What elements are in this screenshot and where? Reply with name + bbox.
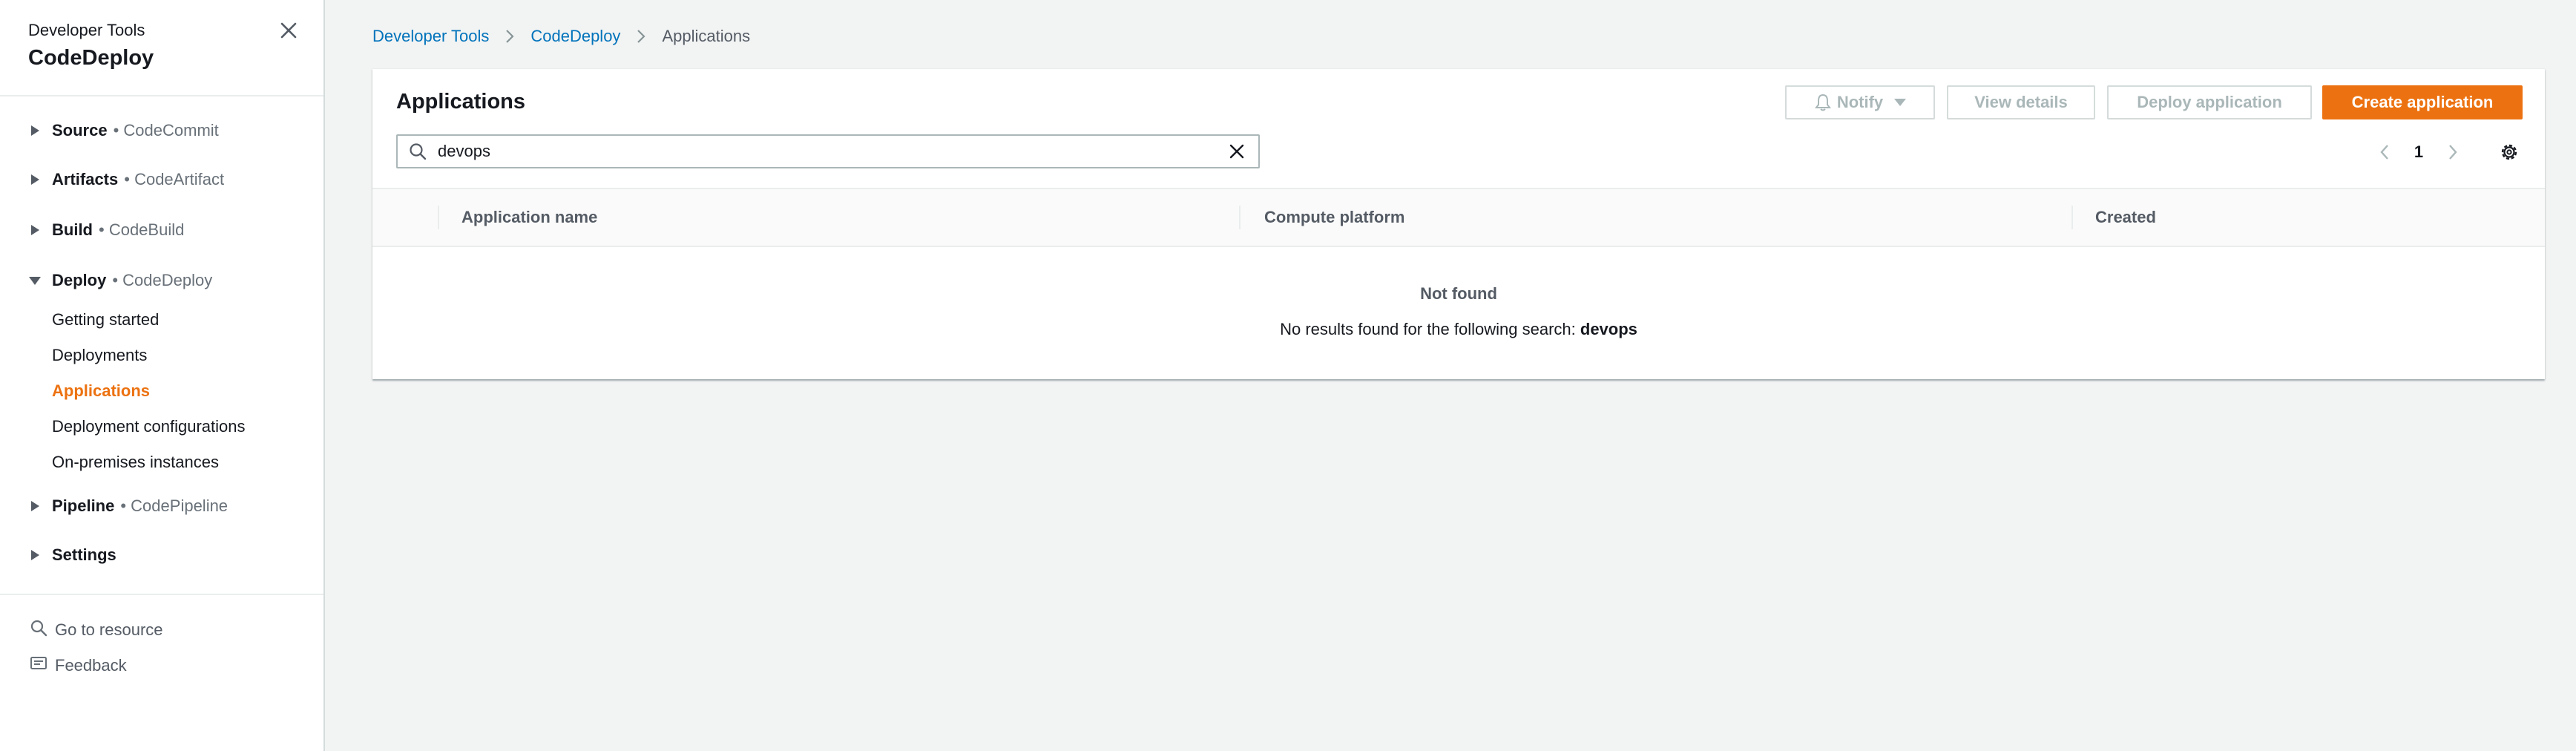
column-header-created[interactable]: Created	[2095, 189, 2156, 246]
column-divider	[438, 206, 439, 229]
sidebar-item-getting-started[interactable]: Getting started	[52, 310, 159, 329]
breadcrumb-applications: Applications	[662, 27, 751, 45]
chevron-right-icon	[637, 29, 645, 44]
sidebar-group-sublabel: • CodeCommit	[113, 121, 219, 140]
sidebar-item-deployment-configurations[interactable]: Deployment configurations	[52, 417, 245, 436]
sidebar-group-label: Source	[52, 121, 108, 140]
sidebar-service-name[interactable]: Developer Tools	[28, 21, 145, 40]
chevron-right-icon	[505, 29, 514, 44]
caret-right-icon	[28, 499, 42, 513]
feedback-label: Feedback	[55, 656, 127, 675]
empty-state-query: devops	[1580, 320, 1637, 338]
sidebar-item-applications[interactable]: Applications	[52, 381, 150, 401]
column-header-compute-platform[interactable]: Compute platform	[1264, 189, 1404, 246]
side-navigation: Developer Tools CodeDeploy Source • Code…	[0, 0, 325, 751]
create-application-button[interactable]: Create application	[2322, 85, 2523, 119]
sidebar-group-artifacts[interactable]: Artifacts • CodeArtifact	[28, 168, 224, 191]
sidebar-group-settings[interactable]: Settings	[28, 543, 116, 567]
column-divider	[2071, 206, 2073, 229]
column-divider	[1239, 206, 1241, 229]
breadcrumb: Developer Tools CodeDeploy Applications	[372, 25, 750, 47]
breadcrumb-codedeploy[interactable]: CodeDeploy	[530, 27, 620, 46]
page-number-button[interactable]: 1	[2405, 140, 2432, 164]
sidebar-group-deploy[interactable]: Deploy • CodeDeploy	[28, 269, 212, 292]
go-to-resource-label: Go to resource	[55, 620, 163, 639]
column-header-application-name[interactable]: Application name	[461, 189, 597, 246]
clear-icon[interactable]	[1226, 140, 1248, 163]
breadcrumb-developer-tools[interactable]: Developer Tools	[372, 27, 489, 46]
sidebar-group-label: Deploy	[52, 271, 107, 289]
bell-icon	[1813, 93, 1833, 112]
sidebar-divider	[0, 594, 323, 595]
sidebar-group-pipeline[interactable]: Pipeline • CodePipeline	[28, 494, 228, 518]
search-icon	[30, 619, 55, 641]
notify-label: Notify	[1836, 93, 1884, 111]
sidebar-group-sublabel: • CodeBuild	[99, 220, 185, 239]
feedback-icon	[30, 655, 55, 677]
empty-state-message: No results found for the following searc…	[372, 320, 2545, 339]
sidebar-divider	[0, 95, 323, 96]
sidebar-group-sublabel: • CodeArtifact	[124, 170, 225, 188]
sidebar-group-sublabel: • CodePipeline	[120, 496, 229, 515]
sidebar-group-sublabel: • CodeDeploy	[112, 271, 213, 289]
empty-state-text: No results found for the following searc…	[1280, 320, 1576, 338]
go-to-resource-link[interactable]: Go to resource	[30, 619, 163, 641]
sidebar-group-label: Build	[52, 220, 93, 239]
table-header: Application name Compute platform Create…	[372, 188, 2545, 247]
sidebar-group-label: Artifacts	[52, 170, 119, 188]
sidebar-group-label: Settings	[52, 545, 116, 564]
empty-state-title: Not found	[1420, 284, 1497, 303]
sidebar-item-deployments[interactable]: Deployments	[52, 346, 147, 365]
sidebar-title[interactable]: CodeDeploy	[28, 46, 154, 70]
view-details-button[interactable]: View details	[1947, 85, 2095, 119]
search-field[interactable]: devops	[396, 134, 1260, 168]
chevron-right-icon[interactable]	[2442, 140, 2463, 164]
notify-button[interactable]: Notify	[1785, 85, 1935, 119]
caret-right-icon	[28, 124, 42, 137]
sidebar-group-label: Pipeline	[52, 496, 115, 515]
search-icon	[408, 141, 429, 162]
sidebar-group-source[interactable]: Source • CodeCommit	[28, 119, 219, 142]
search-input[interactable]: devops	[438, 142, 1226, 161]
feedback-link[interactable]: Feedback	[30, 655, 127, 677]
caret-down-icon	[28, 274, 42, 287]
caret-right-icon	[28, 548, 42, 562]
sidebar-group-build[interactable]: Build • CodeBuild	[28, 218, 184, 242]
deploy-application-button[interactable]: Deploy application	[2107, 85, 2312, 119]
caret-down-icon	[1893, 98, 1907, 107]
chevron-left-icon[interactable]	[2374, 140, 2395, 164]
sidebar-item-on-premises-instances[interactable]: On-premises instances	[52, 453, 219, 472]
close-icon[interactable]	[277, 19, 300, 42]
applications-table-panel: Applications Notify View details Deploy …	[372, 68, 2545, 379]
panel-title: Applications	[396, 90, 526, 114]
caret-right-icon	[28, 173, 42, 186]
gear-icon[interactable]	[2496, 139, 2523, 165]
caret-right-icon	[28, 223, 42, 237]
